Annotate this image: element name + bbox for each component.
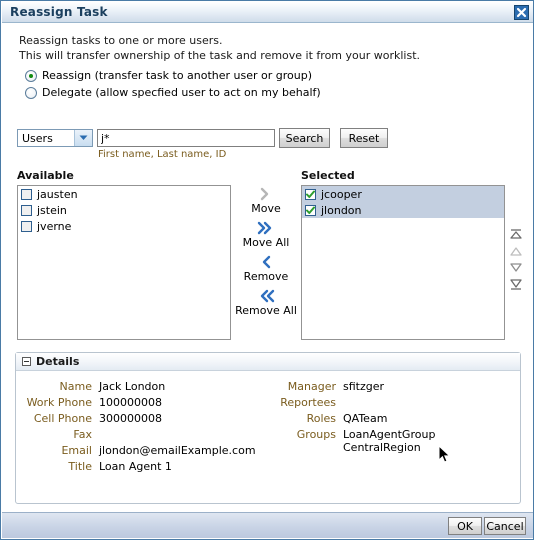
detail-label: Reportees	[280, 396, 336, 409]
move-to-bottom-button[interactable]	[507, 278, 525, 295]
dialog-description: Reassign tasks to one or more users. Thi…	[19, 34, 421, 62]
move-up-button[interactable]	[507, 244, 525, 261]
remove-button[interactable]: Remove	[233, 255, 299, 283]
move-button[interactable]: Move	[233, 187, 299, 215]
details-panel: Details Name Jack London Work Phone 1000…	[15, 352, 521, 504]
move-down-button[interactable]	[507, 261, 525, 278]
remove-all-button[interactable]: Remove All	[233, 289, 299, 317]
selected-reorder-buttons	[507, 227, 525, 295]
checkbox-icon[interactable]	[305, 204, 316, 216]
detail-label: Email	[61, 444, 92, 457]
reset-button[interactable]: Reset	[340, 128, 388, 148]
detail-label: Manager	[287, 380, 336, 393]
remove-button-label: Remove	[243, 270, 289, 283]
available-list-label: Available	[17, 169, 74, 182]
list-item[interactable]: jcooper	[302, 186, 504, 202]
checkbox-icon[interactable]	[21, 220, 32, 232]
details-panel-body: Name Jack London Work Phone 100000008 Ce…	[16, 371, 520, 503]
detail-value: 300000008	[99, 412, 162, 425]
radio-option-reassign-label: Reassign (transfer task to another user …	[42, 69, 313, 82]
detail-value: QATeam	[343, 412, 388, 425]
move-to-top-icon	[509, 228, 523, 243]
move-button-label: Move	[251, 202, 281, 215]
detail-label: Name	[59, 380, 92, 393]
radio-option-delegate[interactable]: Delegate (allow specfied user to act on …	[25, 84, 321, 101]
detail-field-title: Title Loan Agent 1	[16, 460, 306, 473]
chevron-down-icon[interactable]	[74, 130, 92, 146]
detail-label: Roles	[306, 412, 336, 425]
list-item[interactable]: jausten	[18, 186, 230, 202]
collapse-toggle-icon[interactable]	[22, 357, 31, 366]
selected-list-label: Selected	[301, 169, 355, 182]
detail-field-cell-phone: Cell Phone 300000008	[16, 412, 306, 425]
checkbox-icon[interactable]	[305, 188, 316, 200]
search-scope-value: Users	[22, 131, 53, 145]
details-right-column: Manager sfitzger Reportees Roles QATeam …	[271, 380, 521, 457]
detail-field-fax: Fax	[16, 428, 306, 441]
detail-value: sfitzger	[343, 380, 385, 393]
radio-button-reassign-icon[interactable]	[25, 69, 37, 82]
move-to-top-button[interactable]	[507, 227, 525, 244]
detail-label: Cell Phone	[33, 412, 92, 425]
detail-field-email: Email jlondon@emailExample.com	[16, 444, 306, 457]
detail-value: Jack London	[99, 380, 166, 393]
detail-label: Groups	[296, 428, 336, 441]
close-icon[interactable]	[514, 5, 529, 20]
selected-list[interactable]: jcooper jlondon	[301, 185, 505, 340]
move-all-button-label: Move All	[242, 236, 290, 249]
detail-field-reportees: Reportees	[271, 396, 521, 409]
dialog-footer: OK Cancel	[2, 512, 533, 538]
radio-option-reassign[interactable]: Reassign (transfer task to another user …	[25, 67, 321, 84]
cancel-button[interactable]: Cancel	[484, 517, 526, 535]
detail-value: jlondon@emailExample.com	[99, 444, 256, 457]
move-up-icon	[509, 245, 523, 260]
detail-label: Title	[68, 460, 92, 473]
move-to-bottom-icon	[509, 279, 523, 294]
details-left-column: Name Jack London Work Phone 100000008 Ce…	[16, 380, 306, 476]
detail-label: Fax	[73, 428, 92, 441]
move-all-button[interactable]: Move All	[233, 221, 299, 249]
details-panel-title: Details	[36, 355, 80, 368]
dialog-title: Reassign Task	[10, 5, 108, 19]
move-down-icon	[509, 262, 523, 277]
search-scope-select[interactable]: Users	[17, 129, 93, 147]
detail-value: 100000008	[99, 396, 162, 409]
move-all-left-icon	[233, 289, 299, 304]
reassign-task-dialog: Reassign Task Reassign tasks to one or m…	[0, 0, 534, 540]
search-hint-text: First name, Last name, ID	[98, 149, 227, 160]
list-item-label: jstein	[37, 203, 67, 217]
detail-field-name: Name Jack London	[16, 380, 306, 393]
move-right-icon	[233, 187, 299, 202]
radio-button-delegate-icon[interactable]	[25, 86, 37, 99]
list-item-label: jlondon	[321, 203, 362, 217]
dialog-titlebar: Reassign Task	[2, 2, 533, 23]
radio-option-delegate-label: Delegate (allow specfied user to act on …	[42, 86, 321, 99]
details-panel-header[interactable]: Details	[16, 353, 520, 371]
list-item-label: jverne	[37, 219, 72, 233]
detail-label: Work Phone	[26, 396, 92, 409]
detail-field-manager: Manager sfitzger	[271, 380, 521, 393]
list-item-label: jcooper	[321, 187, 362, 201]
search-input[interactable]	[97, 129, 275, 147]
search-button[interactable]: Search	[279, 128, 330, 148]
detail-field-work-phone: Work Phone 100000008	[16, 396, 306, 409]
remove-all-button-label: Remove All	[235, 304, 297, 317]
list-item[interactable]: jstein	[18, 202, 230, 218]
detail-value: Loan Agent 1	[99, 460, 172, 473]
detail-value: LoanAgentGroup CentralRegion	[343, 428, 436, 454]
detail-field-roles: Roles QATeam	[271, 412, 521, 425]
reassign-mode-radio-group: Reassign (transfer task to another user …	[25, 67, 321, 101]
move-left-icon	[233, 255, 299, 270]
move-all-right-icon	[233, 221, 299, 236]
list-item-label: jausten	[37, 187, 78, 201]
available-list[interactable]: jausten jstein jverne	[17, 185, 231, 340]
list-item[interactable]: jlondon	[302, 202, 504, 218]
checkbox-icon[interactable]	[21, 188, 32, 200]
ok-button[interactable]: OK	[448, 517, 482, 535]
list-item[interactable]: jverne	[18, 218, 230, 234]
shuttle-move-buttons: Move Move All Remove Remove All	[233, 187, 299, 323]
detail-field-groups: Groups LoanAgentGroup CentralRegion	[271, 428, 521, 454]
checkbox-icon[interactable]	[21, 204, 32, 216]
